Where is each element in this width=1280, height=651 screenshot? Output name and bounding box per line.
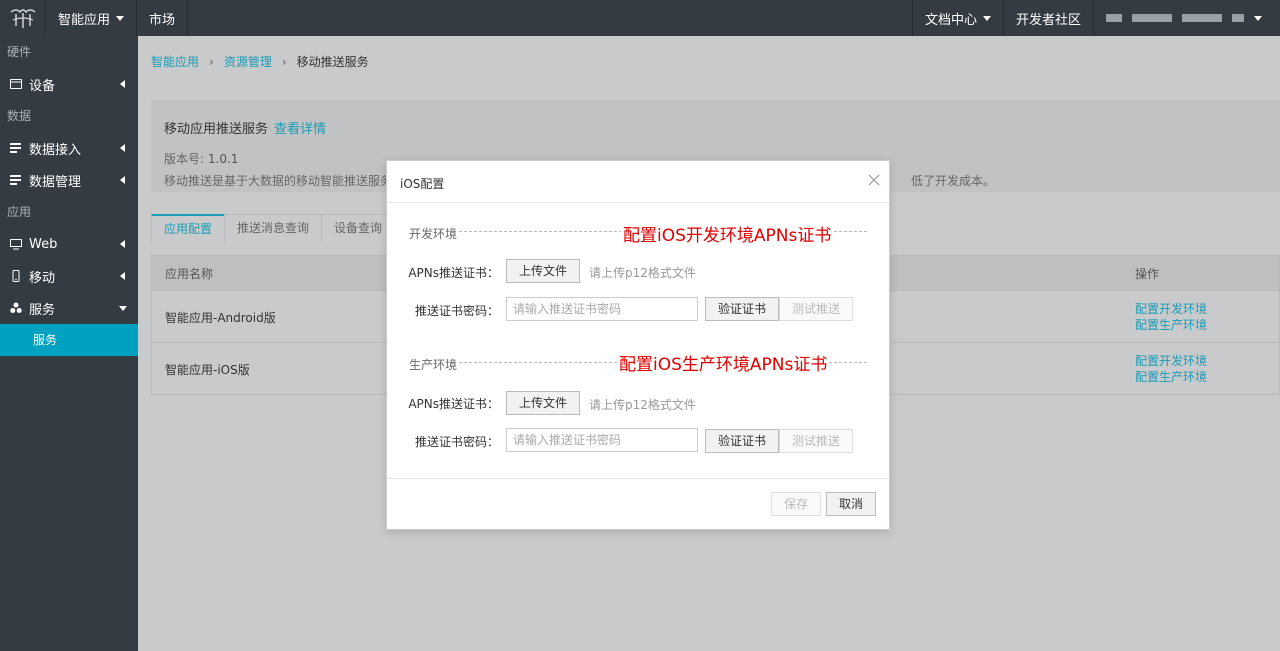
chevron-left-icon [120, 144, 125, 152]
sidebar-item-data-manage[interactable]: 数据管理 [0, 164, 138, 196]
tab-push-query[interactable]: 推送消息查询 [224, 214, 323, 241]
tab-device-query[interactable]: 设备查询 [321, 214, 396, 241]
dev-upload-button[interactable]: 上传文件 [506, 259, 581, 283]
tab-bar: 应用配置 推送消息查询 设备查询 [151, 214, 396, 241]
data-icon [10, 142, 22, 154]
sidebar: 硬件 设备 数据 数据接入 数据管理 应用 Web 移动 服务 服务 [0, 36, 138, 651]
monitor-icon [10, 238, 22, 250]
mobile-icon [10, 270, 22, 282]
sidebar-item-data-access[interactable]: 数据接入 [0, 132, 138, 164]
logo-icon [10, 9, 35, 28]
service-icon [10, 302, 22, 314]
prod-cert-label: APNs推送证书： [408, 397, 499, 411]
logo[interactable] [0, 0, 46, 36]
chevron-right-icon: › [209, 54, 214, 69]
top-bar: 智能应用 市场 文档中心 开发者社区 [0, 0, 1280, 36]
view-details-link[interactable]: 查看详情 [274, 122, 326, 137]
chevron-left-icon [120, 176, 125, 184]
save-button[interactable]: 保存 [771, 492, 822, 516]
chevron-down-icon [982, 15, 991, 21]
config-dev-link[interactable]: 配置开发环境 [1135, 353, 1207, 369]
chevron-right-icon: › [281, 54, 287, 69]
prod-annotation: 配置iOS生产环境APNs证书 [617, 350, 830, 375]
close-icon[interactable] [867, 173, 881, 187]
sidebar-item-mobile[interactable]: 移动 [0, 260, 138, 292]
header-app-name: 应用名称 [165, 266, 214, 281]
chevron-left-icon [120, 240, 125, 248]
app-name: 智能应用-iOS版 [165, 363, 250, 377]
breadcrumb-current: 移动推送服务 [296, 55, 369, 69]
dev-cert-label: APNs推送证书： [408, 266, 499, 280]
prod-upload-button[interactable]: 上传文件 [506, 391, 581, 415]
chevron-down-icon [1254, 15, 1262, 21]
prod-upload-hint: 请上传p12格式文件 [589, 398, 696, 412]
breadcrumb-resource[interactable]: 资源管理 [224, 53, 272, 70]
chevron-left-icon [120, 272, 125, 280]
sidebar-group-app: 应用 [7, 205, 32, 219]
data-icon [10, 174, 22, 186]
sidebar-group-hardware: 硬件 [7, 45, 32, 59]
prod-password-input[interactable] [506, 428, 698, 452]
nav-dev-community[interactable]: 开发者社区 [1002, 0, 1093, 36]
config-prod-link[interactable]: 配置生产环境 [1135, 369, 1207, 385]
user-menu[interactable] [1093, 0, 1280, 36]
tab-app-config[interactable]: 应用配置 [151, 214, 226, 241]
dev-upload-hint: 请上传p12格式文件 [589, 266, 696, 280]
sidebar-item-web[interactable]: Web [0, 228, 138, 260]
sidebar-item-device[interactable]: 设备 [0, 68, 138, 100]
version-line: 版本号: 1.0.1 [164, 152, 239, 166]
breadcrumb: 智能应用 › 资源管理 › 移动推送服务 [151, 53, 369, 70]
config-dev-link[interactable]: 配置开发环境 [1135, 301, 1207, 317]
dialog-footer: 保存 取消 [387, 478, 889, 529]
chevron-down-icon [116, 15, 125, 21]
chevron-left-icon [120, 80, 125, 88]
nav-market[interactable]: 市场 [137, 0, 189, 36]
breadcrumb-smart-app[interactable]: 智能应用 [151, 53, 199, 70]
chevron-down-icon [119, 305, 127, 311]
dev-test-push-button[interactable]: 测试推送 [779, 297, 854, 321]
service-description: 移动推送是基于大数据的移动智能推送服务 [164, 174, 393, 188]
dialog-title: iOS配置 [400, 177, 445, 191]
dev-verify-button[interactable]: 验证证书 [705, 297, 780, 321]
dialog-header: iOS配置 [387, 161, 889, 203]
dev-section-label: 开发环境 [409, 227, 458, 241]
nav-docs[interactable]: 文档中心 [911, 0, 1003, 36]
dev-annotation: 配置iOS开发环境APNs证书 [621, 221, 834, 246]
dev-password-input[interactable] [506, 297, 698, 321]
sidebar-subitem-service[interactable]: 服务 [0, 324, 138, 356]
prod-verify-button[interactable]: 验证证书 [705, 429, 780, 453]
config-prod-link[interactable]: 配置生产环境 [1135, 317, 1207, 333]
service-title: 移动应用推送服务 查看详情 [164, 122, 327, 137]
sidebar-group-data: 数据 [7, 109, 32, 123]
ios-config-dialog: iOS配置 开发环境 配置iOS开发环境APNs证书 APNs推送证书： 上传文… [386, 160, 890, 530]
device-icon [10, 78, 22, 90]
header-ops: 操作 [1135, 266, 1160, 281]
prod-test-push-button[interactable]: 测试推送 [779, 429, 854, 453]
prod-pwd-label: 推送证书密码： [414, 435, 499, 449]
nav-smart-app[interactable]: 智能应用 [46, 0, 138, 36]
sidebar-item-service[interactable]: 服务 [0, 292, 138, 324]
dev-pwd-label: 推送证书密码： [414, 304, 499, 318]
prod-section-label: 生产环境 [409, 358, 458, 372]
cancel-button[interactable]: 取消 [826, 492, 877, 516]
app-name: 智能应用-Android版 [165, 311, 276, 325]
service-description-end: 低了开发成本。 [911, 174, 996, 188]
